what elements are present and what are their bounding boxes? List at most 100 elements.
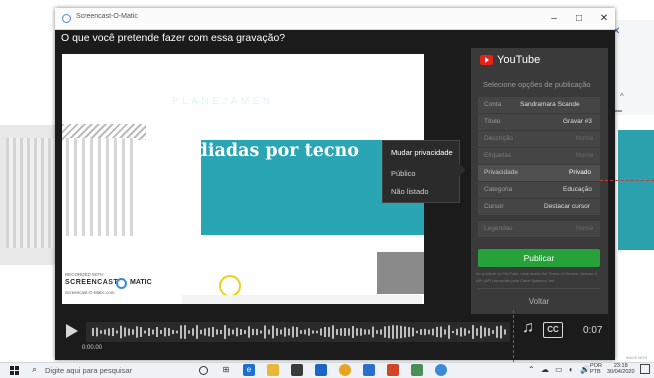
waveform-bar	[204, 328, 206, 336]
waveform-bar	[452, 330, 454, 334]
waveform-bar	[260, 330, 262, 334]
window-title: Screencast-O-Matic	[76, 13, 138, 20]
waveform-bar	[140, 327, 142, 337]
minimize-button[interactable]: –	[543, 11, 565, 27]
chrome-icon[interactable]	[339, 364, 351, 376]
language-indicator[interactable]: POR PTB	[590, 363, 602, 375]
waveform-bar	[176, 330, 178, 334]
waveform-bar	[416, 330, 418, 334]
search-input[interactable]: Digite aqui para pesquisar	[45, 366, 132, 375]
waveform-bar	[356, 328, 358, 336]
field-label: Título	[484, 118, 501, 125]
play-icon	[485, 57, 489, 63]
music-note-icon[interactable]: ♫	[522, 319, 534, 337]
waveform-bar	[284, 327, 286, 337]
waveform-bar	[448, 325, 450, 339]
notification-icon[interactable]	[640, 364, 650, 374]
file-explorer-icon[interactable]	[267, 364, 279, 376]
menu-item-public[interactable]: Público	[391, 169, 416, 178]
screencast-taskbar-icon[interactable]	[435, 364, 447, 376]
cortana-icon[interactable]	[199, 366, 208, 375]
field-value-description: Nome	[576, 135, 594, 142]
waveform-bar	[156, 326, 158, 338]
word-icon[interactable]	[363, 364, 375, 376]
waveform-bar	[108, 328, 110, 336]
waveform-bar	[364, 329, 366, 335]
waveform-bar	[396, 325, 398, 339]
panel-title: YouTube	[497, 54, 541, 66]
field-value-account: Sandramara Scande	[520, 101, 580, 108]
waveform-bar	[272, 325, 274, 339]
clock[interactable]: 23:18 30/04/2020	[607, 363, 635, 375]
waveform-bar	[484, 327, 486, 337]
waveform-bar	[404, 326, 406, 338]
watermark-subtitle: Screencast-O-Matic.com	[65, 290, 115, 295]
menu-pointer-arrow	[459, 164, 466, 176]
search-icon[interactable]: ⌕	[32, 364, 37, 375]
waveform-bar	[336, 329, 338, 335]
waveform-bar	[380, 329, 382, 335]
field-label: Privacidade	[484, 169, 518, 176]
waveform-bar	[472, 325, 474, 339]
field-value-captions: Nome	[576, 225, 594, 232]
webcam-thumbnail	[377, 252, 424, 294]
waveform-bar	[184, 325, 186, 339]
waveform-bar	[152, 329, 154, 335]
edge-icon[interactable]: e	[243, 364, 255, 376]
waveform-bar	[464, 328, 466, 336]
back-button[interactable]: Voltar	[478, 297, 600, 306]
field-value-cursor: Destacar cursor	[544, 203, 590, 210]
waveform-bar	[340, 328, 342, 336]
powerpoint-icon[interactable]	[387, 364, 399, 376]
watermark-logo-suffix: MATIC	[130, 279, 152, 286]
waveform-bar	[188, 330, 190, 334]
waveform-bar	[132, 329, 134, 335]
maximize-button[interactable]: □	[568, 11, 590, 27]
publish-button-label[interactable]: Publicar	[478, 253, 600, 263]
waveform-bar	[424, 328, 426, 336]
waveform-bar	[376, 330, 378, 334]
waveform-bar	[212, 326, 214, 338]
windows-start-icon[interactable]	[10, 366, 19, 375]
system-tray-icons[interactable]: ⌃ ☁ ▭ ◐ 🔊	[528, 365, 592, 374]
play-icon[interactable]	[66, 324, 78, 338]
menu-item-unlisted[interactable]: Não listado	[391, 187, 429, 196]
waveform-bar	[136, 326, 138, 338]
waveform-bar	[172, 329, 174, 335]
divider	[478, 288, 600, 289]
waveform-bar	[180, 325, 182, 339]
waveform-bar	[268, 329, 270, 335]
watermark-logo-icon	[116, 278, 127, 289]
waveform-bar	[360, 328, 362, 336]
field-label: Legendas	[484, 225, 513, 232]
mail-icon[interactable]	[315, 364, 327, 376]
waveform-bar	[164, 327, 166, 337]
waveform-bar	[500, 325, 502, 339]
time-elapsed: 0:00.00	[82, 345, 103, 351]
waveform-bar	[312, 330, 314, 334]
waveform-bar	[300, 330, 302, 334]
waveform-bar	[352, 325, 354, 339]
waveform-bar	[280, 329, 282, 335]
waveform-bar	[232, 329, 234, 335]
app-icon[interactable]	[411, 364, 423, 376]
waveform-bar	[252, 328, 254, 336]
waveform-bar	[192, 328, 194, 336]
captions-icon[interactable]: CC	[543, 322, 563, 338]
banner-title-line1: Materiais D	[158, 117, 273, 137]
task-view-icon[interactable]: ⊞	[220, 364, 232, 376]
waveform-bar	[368, 329, 370, 335]
waveform-bar	[324, 326, 326, 338]
waveform-bar	[200, 329, 202, 335]
field-value-category: Educação	[563, 186, 592, 193]
waveform-bar	[276, 328, 278, 336]
menu-item-change-privacy: Mudar privacidade	[391, 148, 453, 157]
waveform-bar	[344, 328, 346, 336]
waveform-bar	[124, 327, 126, 337]
store-icon[interactable]	[291, 364, 303, 376]
waveform-bar	[460, 327, 462, 337]
close-button[interactable]: ✕	[593, 11, 615, 27]
waveform-bar	[148, 328, 150, 336]
waveform-bar	[316, 330, 318, 334]
video-preview[interactable]	[62, 54, 424, 304]
